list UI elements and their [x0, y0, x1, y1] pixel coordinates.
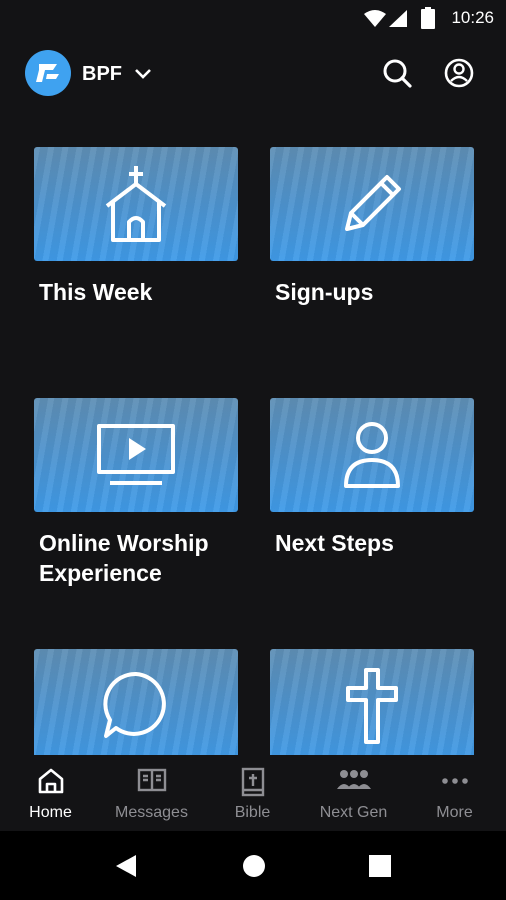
tile-thumbnail: [34, 649, 238, 755]
person-icon: [344, 422, 400, 488]
nav-more[interactable]: More: [404, 755, 505, 831]
nav-label: Home: [29, 804, 72, 821]
status-bar: 10:26: [0, 0, 506, 36]
group-icon: [336, 770, 371, 789]
tile-thumbnail: [270, 649, 474, 755]
tile-chat[interactable]: [34, 649, 238, 755]
system-nav-bar: [0, 831, 506, 900]
nav-label: Next Gen: [319, 804, 388, 821]
tile-title: Sign-ups: [275, 279, 374, 305]
cell-signal-icon: [389, 10, 407, 27]
tile-grid: This Week Sign-ups Online Worship Experi…: [0, 112, 506, 755]
nav-label: More: [436, 804, 473, 821]
account-icon[interactable]: [442, 56, 476, 90]
cross-icon: [346, 668, 398, 744]
tile-title: This Week: [39, 279, 153, 305]
app-header: BPF: [0, 36, 506, 112]
nav-label: Bible: [234, 804, 271, 821]
more-dots-icon: [441, 778, 468, 784]
search-icon[interactable]: [380, 56, 414, 90]
tile-thumbnail: [34, 147, 238, 261]
status-time: 10:26: [451, 8, 494, 27]
tile-title: Online Worship Experience: [39, 530, 209, 586]
tile-sign-ups[interactable]: Sign-ups: [270, 147, 474, 307]
battery-icon: [421, 7, 435, 29]
nav-home[interactable]: Home: [0, 755, 101, 831]
pencil-icon: [345, 175, 401, 231]
bible-icon: [241, 767, 264, 797]
nav-label: Messages: [115, 804, 188, 821]
home-circle-icon[interactable]: [242, 853, 266, 879]
home-icon: [38, 768, 63, 794]
tile-thumbnail: [270, 147, 474, 261]
tile-cross[interactable]: [270, 649, 474, 755]
tile-this-week[interactable]: This Week: [34, 147, 238, 307]
tile-title: Next Steps: [275, 530, 394, 556]
chevron-down-icon[interactable]: [134, 66, 152, 80]
bottom-nav: Home Messages Bible Next Gen More: [0, 755, 506, 831]
chat-bubble-icon: [103, 671, 166, 738]
recents-icon[interactable]: [369, 853, 391, 879]
org-name[interactable]: BPF: [82, 63, 122, 86]
book-open-icon: [137, 768, 166, 792]
nav-next-gen[interactable]: Next Gen: [303, 755, 404, 831]
tile-online-worship[interactable]: Online Worship Experience: [34, 398, 238, 588]
church-logo[interactable]: [25, 50, 71, 96]
wifi-icon: [364, 10, 386, 27]
tile-thumbnail: [270, 398, 474, 512]
back-icon[interactable]: [114, 853, 138, 879]
nav-messages[interactable]: Messages: [101, 755, 202, 831]
church-icon: [105, 166, 167, 242]
nav-bible[interactable]: Bible: [202, 755, 303, 831]
tile-thumbnail: [34, 398, 238, 512]
logo-mark-icon: [36, 64, 59, 82]
video-screen-icon: [97, 424, 175, 485]
tile-next-steps[interactable]: Next Steps: [270, 398, 474, 558]
